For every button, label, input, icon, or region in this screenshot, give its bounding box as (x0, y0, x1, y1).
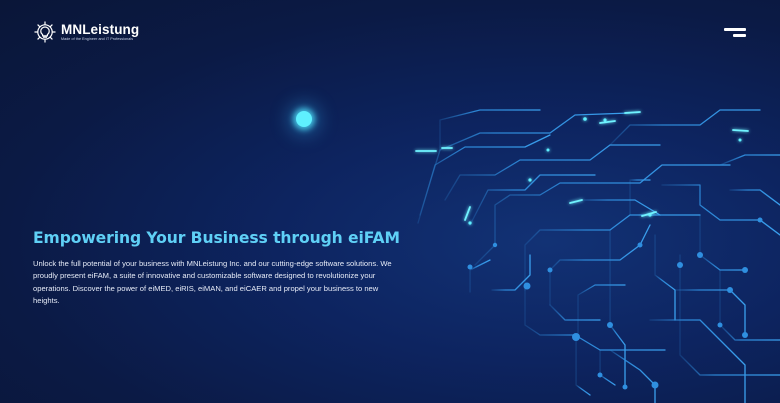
gear-bulb-icon (34, 21, 56, 43)
circuit-board-illustration (415, 109, 780, 403)
hero-section: Empowering Your Business through eiFAM U… (33, 228, 413, 308)
brand-logo[interactable]: MNLeistung Made of the Engineer and IT P… (32, 19, 139, 45)
menu-bar-bottom (733, 34, 746, 37)
brand-name: MNLeistung (61, 22, 140, 37)
hamburger-menu-icon[interactable] (722, 26, 748, 42)
hero-title: Empowering Your Business through eiFAM (33, 229, 400, 247)
menu-bar-top (724, 28, 746, 31)
site-header: MNLeistung Made of the Engineer and IT P… (0, 0, 780, 62)
glowing-orb-decoration (296, 111, 312, 127)
brand-tagline: Made of the Engineer and IT Professional… (61, 37, 134, 41)
hero-description: Unlock the full potential of your busine… (33, 259, 392, 306)
